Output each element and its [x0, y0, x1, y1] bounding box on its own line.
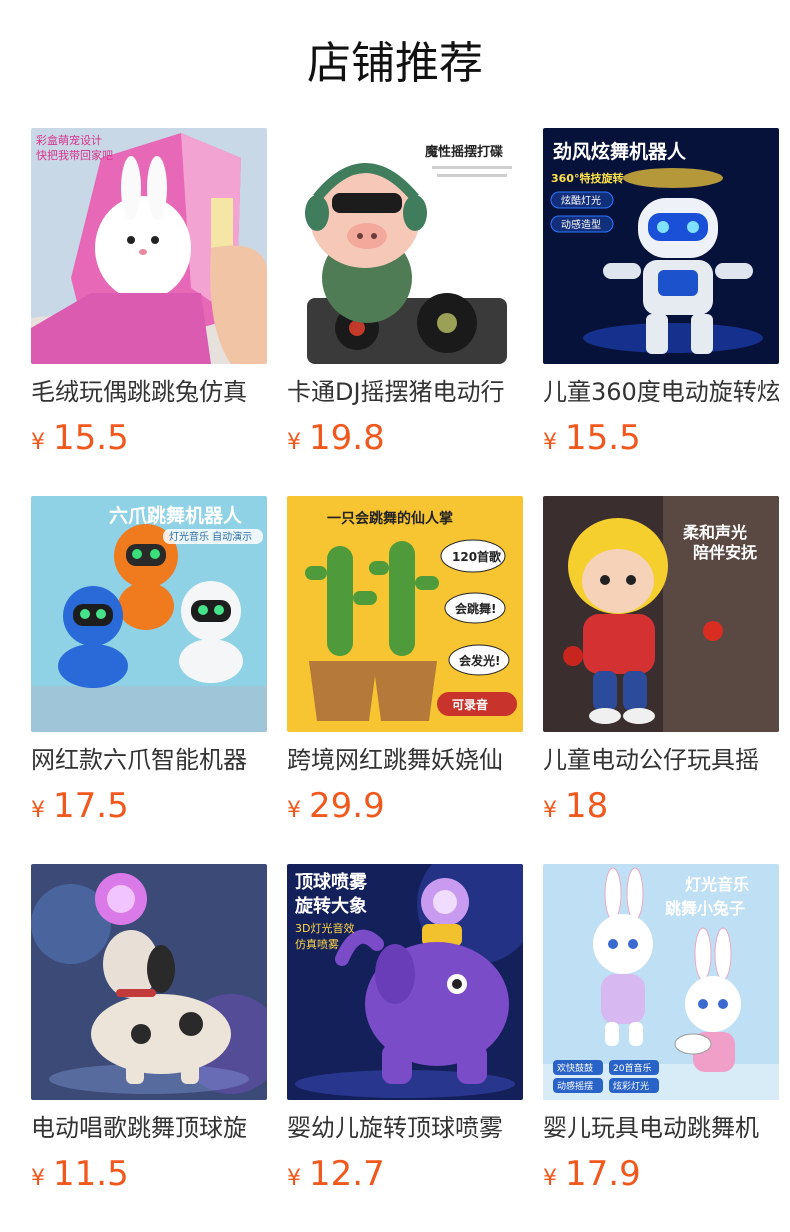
page-title: 店铺推荐: [307, 38, 483, 89]
currency-symbol: ¥: [287, 798, 301, 823]
image-caption-2: 快把我带回家吧: [36, 148, 113, 162]
currency-symbol: ¥: [543, 798, 557, 823]
product-name[interactable]: 儿童电动公仔玩具摇: [543, 744, 779, 776]
product-image[interactable]: 彩盒萌宠设计 快把我带回家吧: [31, 128, 267, 364]
price-amount: 11.5: [53, 1154, 129, 1194]
product-card[interactable]: 电动唱歌跳舞顶球旋 ¥11.5: [31, 864, 267, 1232]
price-amount: 17.5: [53, 786, 129, 826]
product-name[interactable]: 儿童360度电动旋转炫: [543, 376, 779, 408]
price-amount: 15.5: [53, 418, 129, 458]
image-caption-1: 魔性摇摆打碟: [425, 144, 503, 160]
currency-symbol: ¥: [543, 430, 557, 455]
spray-elephant-toy-image: 顶球喷雾 旋转大象 3D灯光音效 仿真喷雾: [287, 864, 523, 1100]
product-name[interactable]: 跨境网红跳舞妖娆仙: [287, 744, 523, 776]
image-caption-3: 欢快鼓鼓: [557, 1062, 593, 1074]
product-name[interactable]: 电动唱歌跳舞顶球旋: [31, 1112, 267, 1144]
image-caption-2: 360°特技旋转: [551, 171, 623, 185]
product-price: ¥18: [543, 786, 608, 826]
product-name[interactable]: 毛绒玩偶跳跳兔仿真: [31, 376, 267, 408]
price-amount: 12.7: [309, 1154, 385, 1194]
dancing-rabbit-toy-image: 灯光音乐 跳舞小兔子 欢快鼓鼓 20首音乐 动感摇摆 炫彩灯光: [543, 864, 779, 1100]
product-price: ¥19.8: [287, 418, 385, 458]
product-card[interactable]: 顶球喷雾 旋转大象 3D灯光音效 仿真喷雾 婴幼儿旋转顶球喷雾 ¥12.7: [287, 864, 523, 1232]
product-card[interactable]: 劲风炫舞机器人 360°特技旋转 炫酷灯光 动感造型 儿童360度电动旋转炫 ¥…: [543, 128, 779, 496]
product-price: ¥15.5: [543, 418, 641, 458]
product-image[interactable]: 劲风炫舞机器人 360°特技旋转 炫酷灯光 动感造型: [543, 128, 779, 364]
image-caption-1: 柔和声光: [682, 523, 747, 542]
image-caption-3: 炫酷灯光: [561, 194, 601, 207]
product-image[interactable]: [31, 864, 267, 1100]
plush-bunny-toy-image: 彩盒萌宠设计 快把我带回家吧: [31, 128, 267, 364]
image-caption-1: 劲风炫舞机器人: [553, 140, 687, 163]
image-caption-1: 六爪跳舞机器人: [109, 504, 243, 527]
product-card[interactable]: 柔和声光 陪伴安抚 儿童电动公仔玩具摇 ¥18: [543, 496, 779, 864]
image-caption-2: 陪伴安抚: [693, 543, 757, 562]
dj-pig-toy-image: 魔性摇摆打碟: [287, 128, 523, 364]
image-caption-2: 灯光音乐 自动演示: [169, 530, 252, 543]
image-caption-4: 会发光!: [459, 653, 500, 668]
image-caption-5: 可录音: [452, 697, 488, 712]
dancing-robot-toy-image: 劲风炫舞机器人 360°特技旋转 炫酷灯光 动感造型: [543, 128, 779, 364]
product-price: ¥15.5: [31, 418, 129, 458]
product-price: ¥11.5: [31, 1154, 129, 1194]
image-caption-2: 旋转大象: [294, 895, 367, 917]
product-image[interactable]: 柔和声光 陪伴安抚: [543, 496, 779, 732]
image-caption-1: 彩盒萌宠设计: [36, 133, 102, 147]
product-image[interactable]: 灯光音乐 跳舞小兔子 欢快鼓鼓 20首音乐 动感摇摆 炫彩灯光: [543, 864, 779, 1100]
product-price: ¥12.7: [287, 1154, 385, 1194]
product-card[interactable]: 一只会跳舞的仙人掌 120首歌 会跳舞! 会发光! 可录音 跨境网红跳舞妖娆仙 …: [287, 496, 523, 864]
product-name[interactable]: 网红款六爪智能机器: [31, 744, 267, 776]
image-caption-3: 会跳舞!: [455, 601, 496, 616]
price-amount: 15.5: [565, 418, 641, 458]
product-grid: 彩盒萌宠设计 快把我带回家吧 毛绒玩偶跳跳兔仿真 ¥15.5 魔性摇摆打碟 卡通…: [31, 128, 779, 1232]
price-amount: 19.8: [309, 418, 385, 458]
product-name[interactable]: 婴幼儿旋转顶球喷雾: [287, 1112, 523, 1144]
image-caption-1: 顶球喷雾: [295, 871, 368, 893]
product-card[interactable]: 彩盒萌宠设计 快把我带回家吧 毛绒玩偶跳跳兔仿真 ¥15.5: [31, 128, 267, 496]
image-caption-4: 20首音乐: [613, 1062, 651, 1074]
currency-symbol: ¥: [543, 1166, 557, 1191]
image-caption-6: 炫彩灯光: [613, 1080, 649, 1092]
dancing-cactus-toy-image: 一只会跳舞的仙人掌 120首歌 会跳舞! 会发光! 可录音: [287, 496, 523, 732]
product-name[interactable]: 卡通DJ摇摆猪电动行: [287, 376, 523, 408]
image-caption-3: 3D灯光音效: [295, 921, 354, 935]
product-price: ¥17.9: [543, 1154, 641, 1194]
currency-symbol: ¥: [287, 430, 301, 455]
price-amount: 17.9: [565, 1154, 641, 1194]
product-price: ¥17.5: [31, 786, 129, 826]
image-caption-2: 跳舞小兔子: [665, 899, 745, 918]
image-caption-2: 120首歌: [452, 549, 502, 564]
currency-symbol: ¥: [287, 1166, 301, 1191]
currency-symbol: ¥: [31, 430, 45, 455]
image-caption-5: 动感摇摆: [557, 1080, 593, 1092]
image-caption-1: 一只会跳舞的仙人掌: [327, 510, 453, 527]
product-card[interactable]: 魔性摇摆打碟 卡通DJ摇摆猪电动行 ¥19.8: [287, 128, 523, 496]
currency-symbol: ¥: [31, 1166, 45, 1191]
price-amount: 29.9: [309, 786, 385, 826]
product-image[interactable]: 魔性摇摆打碟: [287, 128, 523, 364]
product-price: ¥29.9: [287, 786, 385, 826]
price-amount: 18: [565, 786, 609, 826]
ball-spinning-dog-toy-image: [31, 864, 267, 1100]
product-card[interactable]: 灯光音乐 跳舞小兔子 欢快鼓鼓 20首音乐 动感摇摆 炫彩灯光 婴儿玩具电动跳舞…: [543, 864, 779, 1232]
product-image[interactable]: 顶球喷雾 旋转大象 3D灯光音效 仿真喷雾: [287, 864, 523, 1100]
currency-symbol: ¥: [31, 798, 45, 823]
image-caption-4: 仿真喷雾: [295, 937, 339, 951]
six-claw-robot-toy-image: 六爪跳舞机器人 灯光音乐 自动演示: [31, 496, 267, 732]
dancing-doll-toy-image: 柔和声光 陪伴安抚: [543, 496, 779, 732]
image-caption-4: 动感造型: [561, 218, 601, 231]
product-card[interactable]: 六爪跳舞机器人 灯光音乐 自动演示 网红款六爪智能机器 ¥17.5: [31, 496, 267, 864]
product-name[interactable]: 婴儿玩具电动跳舞机: [543, 1112, 779, 1144]
image-caption-1: 灯光音乐: [685, 875, 749, 894]
product-image[interactable]: 一只会跳舞的仙人掌 120首歌 会跳舞! 会发光! 可录音: [287, 496, 523, 732]
product-image[interactable]: 六爪跳舞机器人 灯光音乐 自动演示: [31, 496, 267, 732]
